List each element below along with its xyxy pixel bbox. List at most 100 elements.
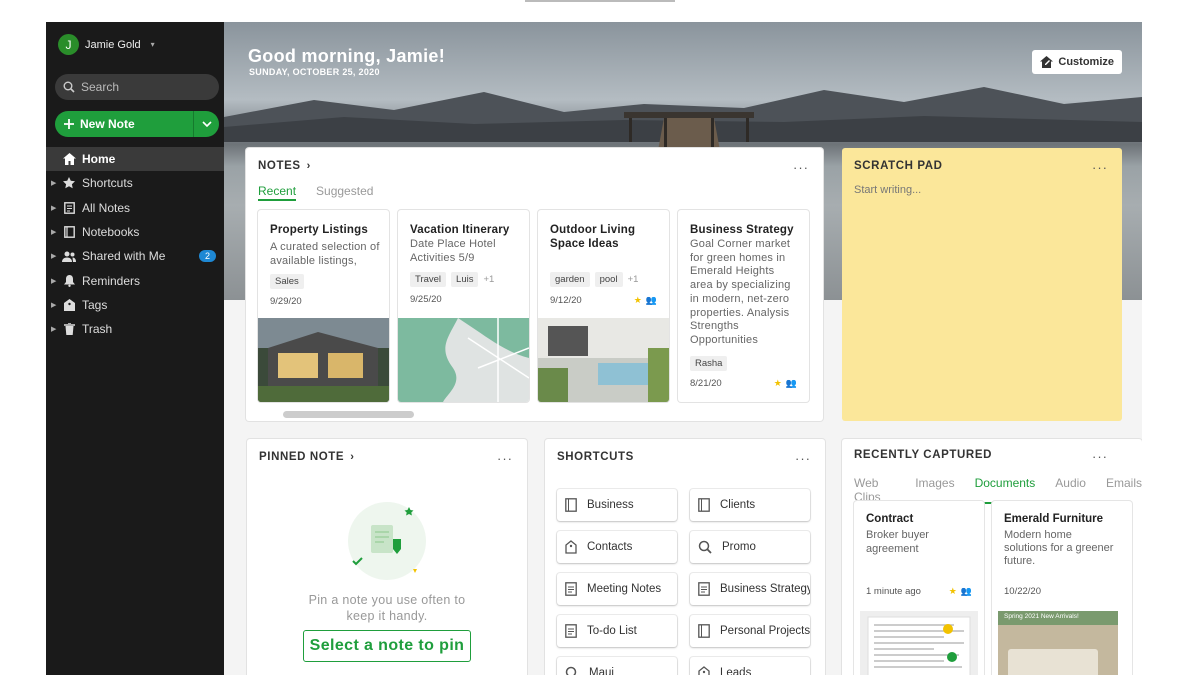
- tag-chip[interactable]: garden: [550, 272, 590, 287]
- shortcut-item[interactable]: To-do List: [557, 615, 677, 647]
- sidebar-item-label: Trash: [82, 322, 113, 337]
- map-thumbnail: [398, 318, 529, 402]
- sidebar: J Jamie Gold ▾ New Note Home ▶: [46, 22, 224, 675]
- sidebar-item-home[interactable]: Home: [46, 147, 224, 172]
- home-edit-icon: [1040, 56, 1054, 68]
- patio-photo-thumbnail: [538, 318, 669, 402]
- tag-chip[interactable]: Luis: [451, 272, 479, 287]
- note-title: Vacation Itinerary: [410, 224, 510, 236]
- search-box[interactable]: [55, 74, 219, 100]
- note-date: 9/12/20: [550, 295, 582, 306]
- shortcut-label: Contacts: [587, 541, 633, 553]
- shortcut-item[interactable]: Promo: [690, 531, 810, 563]
- sidebar-item-reminders[interactable]: ▶ Reminders: [46, 268, 224, 292]
- shortcut-item[interactable]: Contacts: [557, 531, 677, 563]
- shortcut-item[interactable]: Maui: [557, 657, 677, 675]
- expand-arrow-icon[interactable]: ▶: [51, 204, 60, 212]
- shortcut-item[interactable]: Meeting Notes: [557, 573, 677, 605]
- shortcut-item[interactable]: Business: [557, 489, 677, 521]
- doc-icon: [565, 582, 577, 596]
- customize-button[interactable]: Customize: [1032, 50, 1122, 74]
- avatar: J: [58, 34, 79, 55]
- tab-web-clips[interactable]: Web Clips: [854, 476, 895, 504]
- captured-item-contract[interactable]: Contract Broker buyer agreement 1 minute…: [854, 501, 984, 675]
- notes-horizontal-scrollbar[interactable]: [283, 411, 414, 418]
- sidebar-item-all-notes[interactable]: ▶ All Notes: [46, 196, 224, 220]
- notes-more-options-icon[interactable]: ···: [793, 160, 809, 175]
- sidebar-item-tags[interactable]: ▶ Tags: [46, 293, 224, 317]
- notes-widget: NOTES › ··· Recent Suggested Property Li…: [246, 148, 823, 421]
- note-title: Outdoor Living Space Ideas: [550, 224, 636, 250]
- search-icon: [565, 666, 577, 675]
- note-status-icons: ★ 👥: [634, 295, 657, 306]
- scratch-pad-input[interactable]: [854, 184, 1104, 414]
- note-title: Business Strategy: [690, 224, 794, 236]
- note-date: 9/29/20: [270, 296, 302, 307]
- new-note-dropdown-button[interactable]: [194, 111, 219, 137]
- pinned-note-title[interactable]: PINNED NOTE ›: [259, 451, 354, 463]
- chevron-right-icon: ›: [350, 451, 355, 463]
- tag-chip[interactable]: Travel: [410, 272, 447, 287]
- note-card-business-strategy[interactable]: Business Strategy Goal Corner market for…: [678, 210, 809, 402]
- expand-arrow-icon[interactable]: ▶: [51, 179, 60, 187]
- sidebar-item-shared-with-me[interactable]: ▶ Shared with Me 2: [46, 244, 224, 268]
- captured-date: 10/22/20: [1004, 586, 1041, 597]
- note-card-outdoor-living[interactable]: Outdoor Living Space Ideas garden pool +…: [538, 210, 669, 402]
- note-icon: [698, 498, 710, 512]
- window-top-indicator: [525, 0, 675, 2]
- tab-documents[interactable]: Documents: [974, 476, 1036, 504]
- expand-arrow-icon[interactable]: ▶: [51, 252, 60, 260]
- tab-emails[interactable]: Emails: [1106, 476, 1142, 504]
- user-menu[interactable]: J Jamie Gold ▾: [58, 34, 155, 55]
- sidebar-item-label: Home: [82, 152, 116, 167]
- captured-more-options-icon[interactable]: ···: [1092, 449, 1108, 464]
- tab-suggested[interactable]: Suggested: [316, 184, 373, 201]
- tag-chip[interactable]: pool: [594, 272, 623, 287]
- home-icon: [60, 153, 78, 166]
- captured-item-emerald-furniture[interactable]: Emerald Furniture Modern home solutions …: [992, 501, 1132, 675]
- scratch-more-options-icon[interactable]: ···: [1092, 160, 1108, 175]
- pinned-more-options-icon[interactable]: ···: [497, 451, 513, 466]
- scratch-pad-title: SCRATCH PAD: [854, 160, 943, 172]
- shortcuts-more-options-icon[interactable]: ···: [795, 451, 811, 466]
- note-snippet: A curated selection of available listing…: [270, 241, 380, 267]
- note-card-property-listings[interactable]: Property Listings A curated selection of…: [258, 210, 389, 402]
- expand-arrow-icon[interactable]: ▶: [51, 277, 60, 285]
- shortcut-item[interactable]: Leads: [690, 657, 810, 675]
- note-card-vacation-itinerary[interactable]: Vacation Itinerary Date Place Hotel Acti…: [398, 210, 529, 402]
- tag-icon: [698, 666, 710, 675]
- shortcut-item[interactable]: Business Strategy: [690, 573, 810, 605]
- app-window: J Jamie Gold ▾ New Note Home ▶: [46, 22, 1142, 675]
- pin-empty-text: Pin a note you use often to keep it hand…: [308, 593, 466, 623]
- shortcut-label: Promo: [722, 541, 756, 553]
- notes-widget-title[interactable]: NOTES ›: [258, 160, 311, 172]
- sidebar-item-shortcuts[interactable]: ▶ Shortcuts: [46, 171, 224, 195]
- shortcut-item[interactable]: Clients: [690, 489, 810, 521]
- chevron-down-icon: ▾: [150, 40, 155, 49]
- new-note-button[interactable]: New Note: [55, 111, 194, 137]
- expand-arrow-icon[interactable]: ▶: [51, 325, 60, 333]
- tag-chip[interactable]: Sales: [270, 274, 304, 289]
- people-icon: [60, 251, 78, 262]
- recently-captured-widget: RECENTLY CAPTURED ··· Web Clips Images D…: [842, 439, 1142, 675]
- furniture-photo-thumbnail: Spring 2021 New Arrivals!: [998, 611, 1118, 675]
- tab-images[interactable]: Images: [915, 476, 954, 504]
- doc-icon: [698, 582, 710, 596]
- expand-arrow-icon[interactable]: ▶: [51, 301, 60, 309]
- captured-snippet: Broker buyer agreement: [866, 529, 929, 555]
- doc-icon: [565, 624, 577, 638]
- select-note-to-pin-button[interactable]: Select a note to pin: [303, 630, 471, 662]
- tag-chip[interactable]: Rasha: [690, 356, 728, 371]
- tab-recent[interactable]: Recent: [258, 184, 297, 201]
- search-input[interactable]: [81, 80, 201, 94]
- shortcut-label: Business Strategy: [720, 583, 810, 595]
- shortcut-item[interactable]: Personal Projects: [690, 615, 810, 647]
- sidebar-item-notebooks[interactable]: ▶ Notebooks: [46, 220, 224, 244]
- tab-audio[interactable]: Audio: [1055, 476, 1086, 504]
- more-tags-count[interactable]: +1: [628, 272, 639, 287]
- chevron-down-icon: [201, 121, 212, 127]
- expand-arrow-icon[interactable]: ▶: [51, 228, 60, 236]
- sidebar-item-trash[interactable]: ▶ Trash: [46, 317, 224, 341]
- more-tags-count[interactable]: +1: [483, 272, 494, 287]
- scratch-pad-widget: SCRATCH PAD ···: [842, 148, 1122, 421]
